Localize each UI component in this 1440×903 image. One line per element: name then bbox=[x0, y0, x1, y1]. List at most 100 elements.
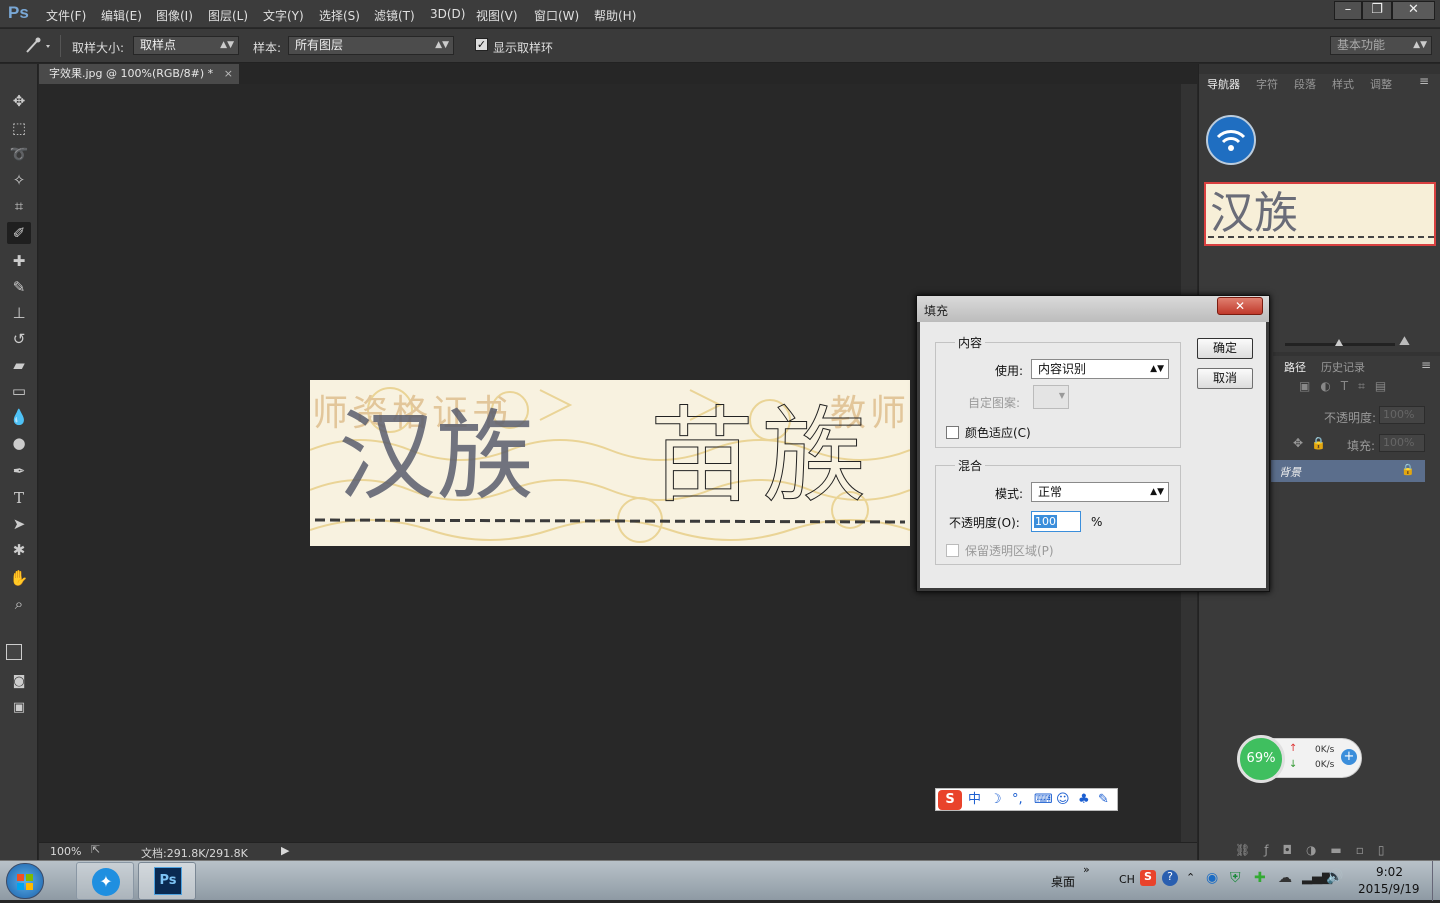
clock-time[interactable]: 9:02 bbox=[1376, 865, 1403, 879]
ime-lang[interactable]: 中 bbox=[968, 789, 981, 810]
eyedropper-tool-icon[interactable]: ✐ bbox=[7, 222, 31, 244]
lock-all-icon[interactable]: 🔒 bbox=[1311, 436, 1326, 450]
menu-layer[interactable]: 图层(L) bbox=[208, 7, 248, 24]
lock-position-icon[interactable]: ✥ bbox=[1293, 436, 1303, 450]
shape-tool-icon[interactable]: ✱ bbox=[7, 539, 31, 561]
hand-tool-icon[interactable]: ✋ bbox=[7, 567, 31, 589]
dialog-close-button[interactable]: ✕ bbox=[1217, 297, 1263, 315]
show-desktop-button[interactable] bbox=[1432, 861, 1440, 901]
screen-mode-icon[interactable]: ▣ bbox=[7, 697, 31, 719]
menu-type[interactable]: 文字(Y) bbox=[263, 7, 304, 24]
ok-button[interactable]: 确定 bbox=[1197, 338, 1253, 359]
help-tray-icon[interactable]: ? bbox=[1162, 870, 1178, 886]
layer-filter-icons[interactable]: ▣◐T⌗▤ bbox=[1299, 379, 1429, 395]
moon-icon[interactable]: ☽ bbox=[990, 789, 1002, 810]
layer-opacity-field[interactable]: 100% bbox=[1379, 406, 1425, 424]
eraser-tool-icon[interactable]: ▰ bbox=[7, 354, 31, 376]
show-ring-checkbox[interactable]: ✓ bbox=[475, 38, 488, 51]
workspace-select[interactable]: 基本功能 ▲▼ bbox=[1330, 36, 1432, 55]
lasso-tool-icon[interactable]: ➰ bbox=[7, 143, 31, 165]
eyedropper-preset-icon[interactable] bbox=[22, 36, 52, 56]
zoom-level[interactable]: 100% bbox=[50, 845, 81, 858]
dodge-tool-icon[interactable]: ● bbox=[7, 432, 31, 454]
menu-image[interactable]: 图像(I) bbox=[156, 7, 193, 24]
status-menu-arrow-icon[interactable]: ▶ bbox=[281, 844, 289, 857]
panel-menu-icon[interactable]: ≡ bbox=[1419, 74, 1429, 88]
restore-button[interactable]: ❐ bbox=[1362, 1, 1392, 20]
blur-tool-icon[interactable]: 💧 bbox=[7, 406, 31, 428]
menu-filter[interactable]: 滤镜(T) bbox=[374, 7, 415, 24]
mode-select[interactable]: 正常 ▲▼ bbox=[1031, 482, 1169, 502]
shirt-icon[interactable]: ♣ bbox=[1078, 789, 1090, 810]
panel-collapse-bar[interactable] bbox=[1199, 64, 1440, 74]
menu-help[interactable]: 帮助(H) bbox=[594, 7, 636, 24]
user-icon[interactable]: ☺ bbox=[1056, 789, 1070, 810]
sample-select[interactable]: 所有图层 ▲▼ bbox=[288, 36, 454, 55]
crop-tool-icon[interactable]: ⌗ bbox=[7, 195, 31, 217]
shield-tray-icon[interactable]: ⛨ bbox=[1230, 870, 1241, 886]
taskbar-app-photoshop[interactable]: Ps bbox=[138, 862, 196, 900]
custom-pattern-picker[interactable]: ▼ bbox=[1033, 385, 1069, 409]
ime-toolbar[interactable]: S 中 ☽ °, ⌨ ☺ ♣ ✎ bbox=[935, 788, 1118, 811]
use-select[interactable]: 内容识别 ▲▼ bbox=[1031, 359, 1169, 379]
desktop-label[interactable]: 桌面 bbox=[1051, 873, 1075, 890]
tab-styles[interactable]: 样式 bbox=[1332, 76, 1354, 92]
cancel-button[interactable]: 取消 bbox=[1197, 368, 1253, 389]
layer-row-background[interactable]: 背景 🔒 bbox=[1271, 460, 1425, 482]
punct-icon[interactable]: °, bbox=[1012, 789, 1023, 810]
sogou-tray-icon[interactable]: S bbox=[1140, 870, 1156, 886]
tab-character[interactable]: 字符 bbox=[1256, 76, 1278, 92]
close-tab-icon[interactable]: × bbox=[224, 64, 233, 84]
security-tray-icon[interactable]: ✚ bbox=[1254, 870, 1266, 886]
layer-fill-field[interactable]: 100% bbox=[1379, 434, 1425, 452]
cloud-tray-icon[interactable]: ☁ bbox=[1278, 870, 1292, 886]
chevron-icon[interactable]: » bbox=[1083, 863, 1090, 876]
tab-paths[interactable]: 路径 bbox=[1284, 359, 1306, 375]
zoom-in-icon[interactable]: ⛰ bbox=[1399, 334, 1410, 349]
layer-actions-bar[interactable]: ⛓ƒ◘◑▬▫▯ bbox=[1199, 840, 1440, 860]
menu-file[interactable]: 文件(F) bbox=[46, 7, 86, 24]
path-select-tool-icon[interactable]: ➤ bbox=[7, 513, 31, 535]
foreground-color-swatch[interactable] bbox=[6, 644, 22, 660]
tab-paragraph[interactable]: 段落 bbox=[1294, 76, 1316, 92]
navigator-thumbnail[interactable]: 汉族 bbox=[1204, 182, 1436, 246]
keyboard-icon[interactable]: ⌨ bbox=[1034, 789, 1053, 810]
taskbar-app-browser[interactable]: ✦ bbox=[76, 862, 134, 900]
zoom-slider-handle[interactable] bbox=[1335, 339, 1343, 346]
tab-history[interactable]: 历史记录 bbox=[1321, 359, 1365, 375]
wrench-icon[interactable]: ✎ bbox=[1098, 789, 1109, 810]
close-button[interactable]: ✕ bbox=[1392, 1, 1435, 20]
brush-tool-icon[interactable]: ✎ bbox=[7, 276, 31, 298]
tab-adjustments[interactable]: 调整 bbox=[1370, 76, 1392, 92]
menu-edit[interactable]: 编辑(E) bbox=[101, 7, 142, 24]
export-icon[interactable]: ⇱ bbox=[91, 843, 100, 856]
sample-size-select[interactable]: 取样点 ▲▼ bbox=[133, 36, 239, 55]
opacity-input[interactable]: 100 bbox=[1031, 511, 1081, 532]
marquee-tool-icon[interactable]: ⬚ bbox=[7, 117, 31, 139]
wifi-tray-icon[interactable]: ◉ bbox=[1206, 870, 1218, 886]
lang-indicator[interactable]: CH bbox=[1119, 873, 1135, 886]
start-button[interactable] bbox=[6, 863, 44, 899]
color-adapt-checkbox[interactable] bbox=[946, 426, 959, 439]
volume-tray-icon[interactable]: 🔊 bbox=[1326, 869, 1343, 885]
tray-expand-icon[interactable]: ⌃ bbox=[1186, 871, 1195, 884]
zoom-tool-icon[interactable]: ⌕ bbox=[7, 593, 31, 615]
type-tool-icon[interactable]: T bbox=[7, 487, 31, 509]
menu-3d[interactable]: 3D(D) bbox=[430, 7, 465, 21]
quick-mask-icon[interactable]: ◙ bbox=[7, 671, 31, 693]
pen-tool-icon[interactable]: ✒ bbox=[7, 460, 31, 482]
gradient-tool-icon[interactable]: ▭ bbox=[7, 380, 31, 402]
move-tool-icon[interactable]: ✥ bbox=[7, 90, 31, 112]
dialog-titlebar[interactable]: 填充 ✕ bbox=[917, 296, 1269, 322]
minimize-button[interactable]: – bbox=[1334, 1, 1362, 20]
history-brush-tool-icon[interactable]: ↺ bbox=[7, 328, 31, 350]
healing-brush-tool-icon[interactable]: ✚ bbox=[7, 250, 31, 272]
network-widget[interactable]: 69% ↑ ↓ 0K/s 0K/s + bbox=[1237, 735, 1362, 783]
layers-menu-icon[interactable]: ≡ bbox=[1421, 358, 1431, 372]
document-tab[interactable]: 字效果.jpg @ 100%(RGB/8#) * × bbox=[39, 64, 239, 84]
menu-view[interactable]: 视图(V) bbox=[476, 7, 518, 24]
stamp-tool-icon[interactable]: ⊥ bbox=[7, 302, 31, 324]
preserve-transparency-checkbox[interactable] bbox=[946, 544, 959, 557]
wifi-icon[interactable] bbox=[1206, 115, 1256, 165]
menu-select[interactable]: 选择(S) bbox=[319, 7, 360, 24]
